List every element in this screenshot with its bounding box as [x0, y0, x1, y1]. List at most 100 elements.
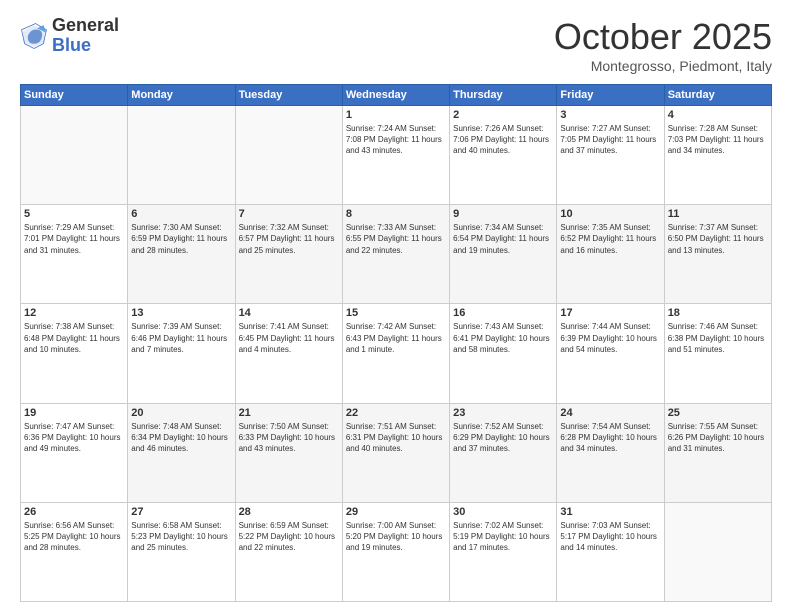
calendar-cell: 29 Sunrise: 7:00 AM Sunset: 5:20 PM Dayli…: [342, 502, 449, 601]
calendar-cell: [128, 106, 235, 205]
calendar-cell: 23 Sunrise: 7:52 AM Sunset: 6:29 PM Dayli…: [450, 403, 557, 502]
day-info: Sunrise: 7:43 AM Sunset: 6:41 PM Dayligh…: [453, 321, 553, 355]
weekday-header-saturday: Saturday: [664, 85, 771, 106]
day-info: Sunrise: 7:51 AM Sunset: 6:31 PM Dayligh…: [346, 421, 446, 455]
weekday-header-tuesday: Tuesday: [235, 85, 342, 106]
day-number: 20: [131, 407, 231, 419]
day-info: Sunrise: 7:37 AM Sunset: 6:50 PM Dayligh…: [668, 222, 768, 256]
month-title: October 2025: [554, 16, 772, 58]
day-info: Sunrise: 7:34 AM Sunset: 6:54 PM Dayligh…: [453, 222, 553, 256]
day-info: Sunrise: 6:56 AM Sunset: 5:25 PM Dayligh…: [24, 520, 124, 554]
calendar-cell: 30Sunrise: 7:02 AM Sunset: 5:19 PM Dayli…: [450, 502, 557, 601]
day-number: 2: [453, 109, 553, 121]
calendar-cell: 31 Sunrise: 7:03 AM Sunset: 5:17 PM Dayli…: [557, 502, 664, 601]
day-number: 22: [346, 407, 446, 419]
day-number: 26: [24, 506, 124, 518]
day-number: 15: [346, 307, 446, 319]
day-info: Sunrise: 7:50 AM Sunset: 6:33 PM Dayligh…: [239, 421, 339, 455]
logo-icon: [20, 22, 48, 50]
calendar-cell: 15 Sunrise: 7:42 AM Sunset: 6:43 PM Dayli…: [342, 304, 449, 403]
calendar-cell: 16 Sunrise: 7:43 AM Sunset: 6:41 PM Dayli…: [450, 304, 557, 403]
day-info: Sunrise: 6:58 AM Sunset: 5:23 PM Dayligh…: [131, 520, 231, 554]
day-info: Sunrise: 7:32 AM Sunset: 6:57 PM Dayligh…: [239, 222, 339, 256]
day-number: 11: [668, 208, 768, 220]
day-info: Sunrise: 7:55 AM Sunset: 6:26 PM Dayligh…: [668, 421, 768, 455]
calendar-cell: 19Sunrise: 7:47 AM Sunset: 6:36 PM Dayli…: [21, 403, 128, 502]
day-number: 25: [668, 407, 768, 419]
day-number: 9: [453, 208, 553, 220]
calendar-cell: 24 Sunrise: 7:54 AM Sunset: 6:28 PM Dayli…: [557, 403, 664, 502]
calendar-cell: 1 Sunrise: 7:24 AM Sunset: 7:08 PM Daylig…: [342, 106, 449, 205]
calendar-table: SundayMondayTuesdayWednesdayThursdayFrid…: [20, 84, 772, 602]
day-number: 29: [346, 506, 446, 518]
calendar-cell: 27 Sunrise: 6:58 AM Sunset: 5:23 PM Dayli…: [128, 502, 235, 601]
day-info: Sunrise: 7:38 AM Sunset: 6:48 PM Dayligh…: [24, 321, 124, 355]
weekday-header-thursday: Thursday: [450, 85, 557, 106]
day-info: Sunrise: 7:02 AM Sunset: 5:19 PM Dayligh…: [453, 520, 553, 554]
page: General Blue October 2025 Montegrosso, P…: [0, 0, 792, 612]
day-number: 16: [453, 307, 553, 319]
day-number: 27: [131, 506, 231, 518]
day-number: 31: [560, 506, 660, 518]
calendar-cell: 11 Sunrise: 7:37 AM Sunset: 6:50 PM Dayli…: [664, 205, 771, 304]
logo: General Blue: [20, 16, 119, 56]
title-area: October 2025 Montegrosso, Piedmont, Ital…: [554, 16, 772, 74]
day-info: Sunrise: 7:27 AM Sunset: 7:05 PM Dayligh…: [560, 123, 660, 157]
calendar-cell: 13 Sunrise: 7:39 AM Sunset: 6:46 PM Dayli…: [128, 304, 235, 403]
weekday-header-monday: Monday: [128, 85, 235, 106]
calendar-cell: 17 Sunrise: 7:44 AM Sunset: 6:39 PM Dayli…: [557, 304, 664, 403]
day-number: 18: [668, 307, 768, 319]
day-info: Sunrise: 7:44 AM Sunset: 6:39 PM Dayligh…: [560, 321, 660, 355]
header: General Blue October 2025 Montegrosso, P…: [20, 16, 772, 74]
day-info: Sunrise: 7:39 AM Sunset: 6:46 PM Dayligh…: [131, 321, 231, 355]
calendar-cell: 18 Sunrise: 7:46 AM Sunset: 6:38 PM Dayli…: [664, 304, 771, 403]
calendar-cell: [21, 106, 128, 205]
day-info: Sunrise: 7:29 AM Sunset: 7:01 PM Dayligh…: [24, 222, 124, 256]
logo-text: General Blue: [52, 16, 119, 56]
calendar-week-5: 26 Sunrise: 6:56 AM Sunset: 5:25 PM Dayli…: [21, 502, 772, 601]
day-info: Sunrise: 7:03 AM Sunset: 5:17 PM Dayligh…: [560, 520, 660, 554]
weekday-header-friday: Friday: [557, 85, 664, 106]
calendar-cell: 2 Sunrise: 7:26 AM Sunset: 7:06 PM Daylig…: [450, 106, 557, 205]
day-number: 12: [24, 307, 124, 319]
calendar-cell: [235, 106, 342, 205]
day-info: Sunrise: 7:26 AM Sunset: 7:06 PM Dayligh…: [453, 123, 553, 157]
day-info: Sunrise: 7:42 AM Sunset: 6:43 PM Dayligh…: [346, 321, 446, 355]
logo-general-text: General: [52, 15, 119, 35]
day-number: 1: [346, 109, 446, 121]
day-info: Sunrise: 7:30 AM Sunset: 6:59 PM Dayligh…: [131, 222, 231, 256]
calendar-week-3: 12 Sunrise: 7:38 AM Sunset: 6:48 PM Dayli…: [21, 304, 772, 403]
location: Montegrosso, Piedmont, Italy: [554, 58, 772, 74]
calendar-cell: 6Sunrise: 7:30 AM Sunset: 6:59 PM Daylig…: [128, 205, 235, 304]
calendar-cell: 8 Sunrise: 7:33 AM Sunset: 6:55 PM Daylig…: [342, 205, 449, 304]
calendar-cell: 26 Sunrise: 6:56 AM Sunset: 5:25 PM Dayli…: [21, 502, 128, 601]
day-number: 28: [239, 506, 339, 518]
day-info: Sunrise: 6:59 AM Sunset: 5:22 PM Dayligh…: [239, 520, 339, 554]
day-info: Sunrise: 7:24 AM Sunset: 7:08 PM Dayligh…: [346, 123, 446, 157]
calendar-cell: 21 Sunrise: 7:50 AM Sunset: 6:33 PM Dayli…: [235, 403, 342, 502]
day-info: Sunrise: 7:52 AM Sunset: 6:29 PM Dayligh…: [453, 421, 553, 455]
day-number: 8: [346, 208, 446, 220]
calendar-cell: 7 Sunrise: 7:32 AM Sunset: 6:57 PM Daylig…: [235, 205, 342, 304]
day-info: Sunrise: 7:54 AM Sunset: 6:28 PM Dayligh…: [560, 421, 660, 455]
calendar-cell: 28 Sunrise: 6:59 AM Sunset: 5:22 PM Dayli…: [235, 502, 342, 601]
day-info: Sunrise: 7:46 AM Sunset: 6:38 PM Dayligh…: [668, 321, 768, 355]
day-number: 10: [560, 208, 660, 220]
day-number: 3: [560, 109, 660, 121]
weekday-header-row: SundayMondayTuesdayWednesdayThursdayFrid…: [21, 85, 772, 106]
day-info: Sunrise: 7:28 AM Sunset: 7:03 PM Dayligh…: [668, 123, 768, 157]
calendar-week-2: 5Sunrise: 7:29 AM Sunset: 7:01 PM Daylig…: [21, 205, 772, 304]
day-number: 24: [560, 407, 660, 419]
day-info: Sunrise: 7:47 AM Sunset: 6:36 PM Dayligh…: [24, 421, 124, 455]
calendar-cell: 12 Sunrise: 7:38 AM Sunset: 6:48 PM Dayli…: [21, 304, 128, 403]
day-number: 7: [239, 208, 339, 220]
day-number: 23: [453, 407, 553, 419]
day-number: 21: [239, 407, 339, 419]
calendar-cell: 20Sunrise: 7:48 AM Sunset: 6:34 PM Dayli…: [128, 403, 235, 502]
day-info: Sunrise: 7:41 AM Sunset: 6:45 PM Dayligh…: [239, 321, 339, 355]
day-info: Sunrise: 7:33 AM Sunset: 6:55 PM Dayligh…: [346, 222, 446, 256]
day-info: Sunrise: 7:00 AM Sunset: 5:20 PM Dayligh…: [346, 520, 446, 554]
calendar-cell: [664, 502, 771, 601]
day-number: 17: [560, 307, 660, 319]
day-number: 13: [131, 307, 231, 319]
